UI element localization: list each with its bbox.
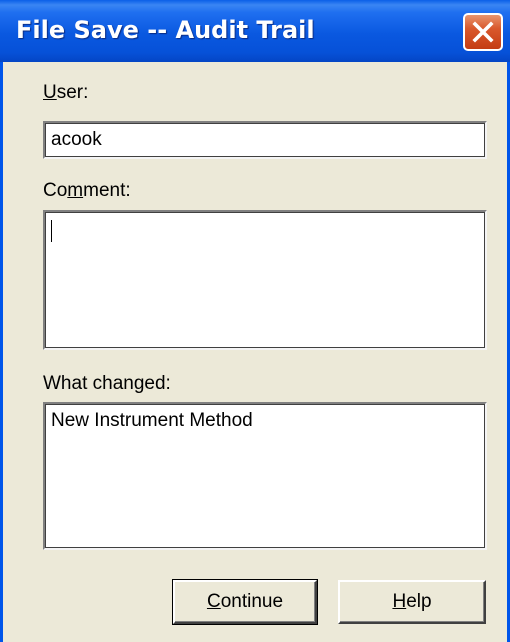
comment-label-accelerator: m: [67, 180, 84, 201]
title-bar[interactable]: File Save -- Audit Trail: [0, 0, 510, 62]
user-label: User:: [43, 82, 88, 104]
user-label-text: ser:: [56, 82, 89, 103]
what-changed-label: What changed:: [43, 373, 171, 394]
comment-textarea[interactable]: [43, 210, 487, 350]
user-field[interactable]: acook: [43, 121, 487, 159]
text-cursor: [51, 220, 52, 242]
help-accelerator: H: [392, 591, 407, 612]
help-button[interactable]: Help: [338, 580, 486, 624]
window-title: File Save -- Audit Trail: [16, 16, 315, 44]
user-label-accelerator: U: [43, 82, 57, 103]
continue-label: ontinue: [220, 591, 284, 612]
user-field-value: acook: [51, 129, 102, 150]
close-button[interactable]: [463, 13, 503, 51]
audit-trail-dialog: File Save -- Audit Trail User: acook Com…: [0, 0, 510, 642]
continue-button[interactable]: Continue: [172, 579, 318, 625]
help-label: elp: [406, 591, 432, 612]
close-icon: [472, 21, 494, 43]
continue-accelerator: C: [206, 591, 221, 612]
comment-label-text: ment:: [83, 180, 131, 201]
what-changed-textarea[interactable]: New Instrument Method: [43, 402, 487, 550]
comment-label: Comment:: [43, 180, 131, 202]
what-changed-value: New Instrument Method: [51, 410, 253, 431]
comment-label-text-pre: Co: [43, 180, 68, 201]
